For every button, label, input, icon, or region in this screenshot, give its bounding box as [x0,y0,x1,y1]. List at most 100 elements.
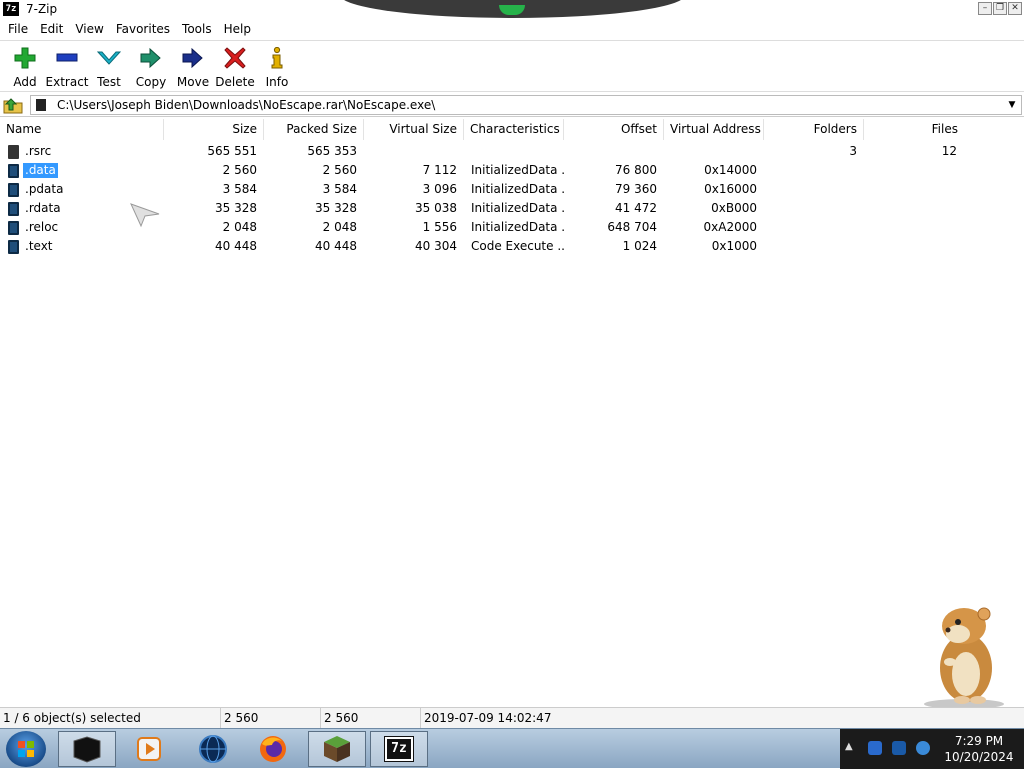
extract-label: Extract [45,75,89,89]
column-offset[interactable]: Offset [564,119,664,140]
row-packed-size: 2 560 [322,163,357,177]
menu-bar: File Edit View Favorites Tools Help [0,20,1024,40]
up-folder-button[interactable] [3,96,23,114]
table-row[interactable]: .data 2 560 2 560 7 112 InitializedData … [0,161,1024,180]
row-characteristics: InitializedData ... [471,201,564,215]
column-packed-size[interactable]: Packed Size [264,119,364,140]
delete-button[interactable]: Delete [214,41,256,91]
minimize-button[interactable]: – [978,2,992,15]
row-size: 3 584 [222,182,257,196]
info-icon [265,46,289,70]
row-packed-size: 2 048 [322,220,357,234]
row-files [864,218,964,237]
firefox-icon [260,736,286,762]
row-characteristics [464,142,564,161]
row-folders [764,237,864,256]
menu-edit[interactable]: Edit [34,20,69,40]
row-virtual-size: 35 038 [415,201,457,215]
start-button[interactable] [6,731,46,767]
taskbar-clock[interactable]: 7:29 PM 10/20/2024 [938,733,1020,765]
row-packed-size: 40 448 [315,239,357,253]
window-controls: – ❐ ✕ [978,2,1022,15]
move-arrow-icon [181,46,205,70]
add-label: Add [13,75,37,89]
menu-view[interactable]: View [69,20,109,40]
add-button[interactable]: Add [4,41,46,91]
close-button[interactable]: ✕ [1008,2,1022,15]
column-virtual-address[interactable]: Virtual Address [664,119,764,140]
table-row[interactable]: .rsrc 565 551 565 353 3 12 [0,142,1024,161]
section-file-icon [8,163,19,178]
info-label: Info [265,75,289,89]
column-size[interactable]: Size [164,119,264,140]
row-folders [764,180,864,199]
path-dropdown-icon[interactable]: ▼ [1004,97,1020,113]
row-files: 12 [941,144,957,158]
taskbar-app-5[interactable] [308,731,366,767]
copy-button[interactable]: Copy [130,41,172,91]
restore-button[interactable]: ❐ [993,2,1007,15]
file-list: .rsrc 565 551 565 353 3 12 .data 2 560 2… [0,142,1024,256]
tray-network-icon[interactable] [868,741,882,755]
copy-arrow-icon [139,46,163,70]
row-folders: 3 [849,144,857,158]
extract-button[interactable]: Extract [45,41,89,91]
row-characteristics: InitializedData ... [471,220,564,234]
path-text: C:\Users\Joseph Biden\Downloads\NoEscape… [57,98,436,112]
row-files [864,237,964,256]
copy-label: Copy [135,75,167,89]
row-name: .rdata [25,201,61,215]
row-offset: 76 800 [615,163,657,177]
section-file-icon [8,182,19,197]
row-name: .reloc [25,220,59,234]
row-name: .pdata [25,182,64,196]
row-offset: 1 024 [622,239,657,253]
menu-favorites[interactable]: Favorites [110,20,176,40]
taskbar-app-1[interactable] [58,731,116,767]
taskbar-app-3[interactable] [184,731,242,767]
row-size: 2 560 [222,163,257,177]
column-name[interactable]: Name [0,119,164,140]
path-input[interactable]: C:\Users\Joseph Biden\Downloads\NoEscape… [30,95,1022,115]
taskbar-app-6[interactable]: 7z [370,731,428,767]
tray-chevron-up-icon[interactable]: ▲ [845,741,853,752]
tray-volume-icon[interactable] [916,741,930,755]
column-files[interactable]: Files [864,119,1024,140]
move-button[interactable]: Move [172,41,214,91]
column-characteristics[interactable]: Characteristics [464,119,564,140]
title-bar: 7z 7-Zip – ❐ ✕ [0,0,1024,20]
row-folders [764,161,864,180]
delete-x-icon [223,46,247,70]
section-file-icon [8,144,19,159]
taskbar: 7z ▲ 7:29 PM 10/20/2024 [0,728,1024,769]
windows-logo-icon [18,741,34,757]
row-files [864,199,964,218]
section-file-icon [8,201,19,216]
table-row[interactable]: .text 40 448 40 448 40 304 Code Execute … [0,237,1024,256]
row-packed-size: 565 353 [307,144,357,158]
table-row[interactable]: .pdata 3 584 3 584 3 096 InitializedData… [0,180,1024,199]
taskbar-app-2[interactable] [120,731,178,767]
row-size: 40 448 [215,239,257,253]
section-file-icon [8,220,19,235]
address-bar: C:\Users\Joseph Biden\Downloads\NoEscape… [0,93,1024,117]
sevenzip-window: 7z 7-Zip – ❐ ✕ File Edit View Favorites … [0,0,1024,728]
sevenzip-icon: 7z [384,736,414,762]
toolbar: Add Extract Test Copy Move Delete Info [0,40,1024,92]
menu-help[interactable]: Help [218,20,257,40]
menu-tools[interactable]: Tools [176,20,218,40]
row-virtual-size: 1 556 [422,220,457,234]
tray-monitor-icon[interactable] [892,741,906,755]
test-button[interactable]: Test [88,41,130,91]
taskbar-app-4[interactable] [244,731,302,767]
row-name: .text [25,239,53,253]
info-button[interactable]: Info [256,41,298,91]
row-files [864,180,964,199]
row-virtual-size: 7 112 [422,163,457,177]
column-folders[interactable]: Folders [764,119,864,140]
clock-date: 10/20/2024 [944,750,1014,764]
menu-file[interactable]: File [2,20,34,40]
window-title: 7-Zip [26,2,58,16]
column-virtual-size[interactable]: Virtual Size [364,119,464,140]
black-box-app-icon [73,736,101,763]
